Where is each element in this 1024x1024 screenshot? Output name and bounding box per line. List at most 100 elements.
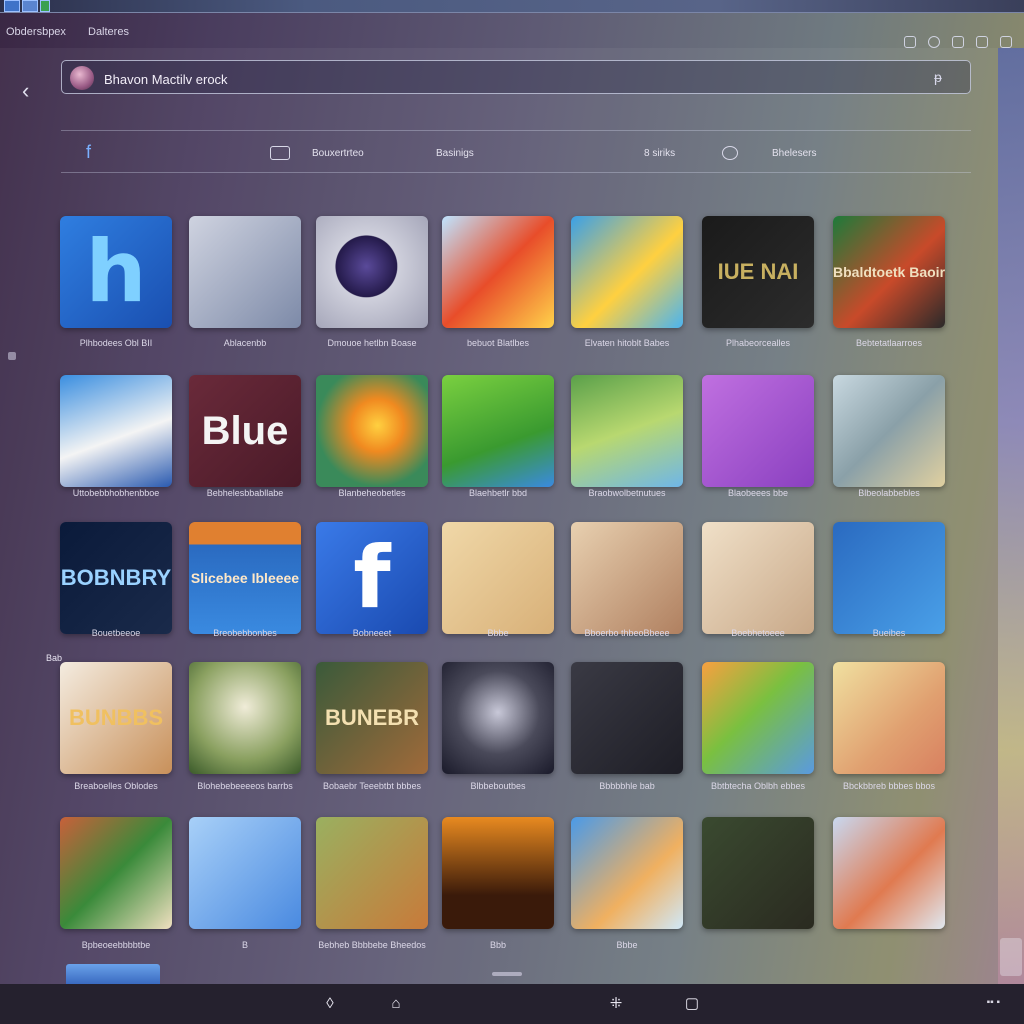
app-tile[interactable] — [442, 522, 554, 634]
shield-icon[interactable] — [722, 146, 738, 160]
app-tile[interactable] — [60, 817, 172, 929]
app-tile[interactable] — [571, 375, 683, 487]
app-tile[interactable] — [442, 662, 554, 774]
store-icon[interactable] — [270, 146, 290, 160]
app-caption[interactable]: Bpbeoeebbbbtbe — [53, 940, 179, 950]
facebook-icon[interactable]: f — [86, 142, 91, 162]
app-tile[interactable] — [833, 522, 945, 634]
app-caption[interactable]: Dmouoe hetlbn Boase — [309, 338, 435, 348]
pin-icon[interactable]: ◊ — [322, 996, 338, 1012]
app-tile-art-text: Blue — [201, 409, 289, 453]
app-tile[interactable] — [571, 522, 683, 634]
app-tile-art-text: Bbaldtoetk Baoir — [833, 263, 945, 280]
app-caption[interactable]: Boebhetoeee — [695, 628, 821, 638]
app-tile[interactable]: IUE NAI — [702, 216, 814, 328]
app-caption[interactable]: Bebhelesbbabllabe — [182, 488, 308, 498]
app-tile[interactable] — [702, 375, 814, 487]
app-tile[interactable] — [189, 662, 301, 774]
app-caption[interactable]: Ablacenbb — [182, 338, 308, 348]
app-tile[interactable] — [571, 817, 683, 929]
app-tile[interactable] — [833, 817, 945, 929]
app-caption[interactable]: Bebtetatlaarroes — [826, 338, 952, 348]
app-tile[interactable]: Bbaldtoetk Baoir — [833, 216, 945, 328]
app-caption[interactable]: Bobneeet — [309, 628, 435, 638]
app-tile[interactable] — [442, 375, 554, 487]
grid-icon[interactable]: ⁜ — [608, 996, 624, 1012]
app-caption[interactable]: Blaehbetlr bbd — [435, 488, 561, 498]
app-tile[interactable] — [702, 817, 814, 929]
app-tile-art-text: Slicebee Ibleeee — [190, 569, 300, 586]
tab-label[interactable]: Bhelesers — [772, 148, 816, 159]
app-tile[interactable] — [442, 817, 554, 929]
app-tile[interactable]: h — [60, 216, 172, 328]
app-tile-art-text: BOBNBRY — [60, 565, 172, 591]
taskbar-app-icon[interactable] — [22, 0, 38, 12]
app-caption[interactable]: bebuot Blatlbes — [435, 338, 561, 348]
app-tile[interactable] — [316, 817, 428, 929]
app-caption[interactable]: Breaboelles Oblodes — [53, 781, 179, 791]
app-caption[interactable]: Blanbeheobetles — [309, 488, 435, 498]
refresh-icon[interactable] — [928, 36, 940, 48]
app-caption[interactable]: Breobebbonbes — [182, 628, 308, 638]
app-tile[interactable] — [316, 216, 428, 328]
app-caption[interactable]: Plhabeorcealles — [695, 338, 821, 348]
window-title-right: Dalteres — [88, 26, 129, 38]
tab-label[interactable]: 8 siriks — [644, 148, 675, 159]
app-tile[interactable] — [833, 375, 945, 487]
app-tile[interactable] — [442, 216, 554, 328]
app-caption[interactable]: Bbckbbreb bbbes bbos — [826, 781, 952, 791]
app-caption[interactable]: Blbbeboutbes — [435, 781, 561, 791]
app-tile[interactable] — [702, 522, 814, 634]
app-caption[interactable]: Bbtbtecha Oblbh ebbes — [695, 781, 821, 791]
app-tile[interactable]: Slicebee Ibleeee — [189, 522, 301, 634]
app-caption[interactable]: Blbeolabbebles — [826, 488, 952, 498]
app-tile[interactable] — [833, 662, 945, 774]
close-icon[interactable] — [1000, 36, 1012, 48]
app-tile[interactable] — [571, 662, 683, 774]
tab-label[interactable]: Bouxertrteo — [312, 148, 364, 159]
bottom-taskbar: ◊ ⌂ ⁜ ▢ ▪▪ ▪ — [0, 984, 1024, 1024]
tag-icon[interactable]: ⌂ — [388, 996, 404, 1012]
scrollbar-thumb[interactable] — [1000, 938, 1022, 976]
app-tile[interactable]: Blue — [189, 375, 301, 487]
app-tile[interactable]: BUNBBS — [60, 662, 172, 774]
bookmark-icon[interactable] — [952, 36, 964, 48]
back-arrow-icon[interactable]: ‹ — [22, 80, 36, 102]
microphone-icon[interactable]: ᵽ — [934, 69, 948, 85]
app-tile[interactable] — [189, 817, 301, 929]
app-tile[interactable] — [60, 375, 172, 487]
profile-orb-icon[interactable] — [70, 66, 94, 90]
app-caption[interactable]: Uttobebbhobhenbboe — [53, 488, 179, 498]
app-caption[interactable]: Braobwolbetnutues — [564, 488, 690, 498]
search-bar[interactable]: ᵽ — [61, 60, 971, 94]
start-icon[interactable] — [4, 0, 20, 12]
app-caption[interactable]: Blohebebeeeeos barrbs — [182, 781, 308, 791]
app-caption[interactable]: Plhbodees Obl BII — [53, 338, 179, 348]
app-tile[interactable] — [189, 216, 301, 328]
app-tile[interactable]: BUNEBR — [316, 662, 428, 774]
app-caption[interactable]: Blaobeees bbe — [695, 488, 821, 498]
app-tile[interactable] — [571, 216, 683, 328]
app-tile[interactable] — [702, 662, 814, 774]
settings-icon[interactable] — [976, 36, 988, 48]
app-caption[interactable]: Bebheb Bbbbebe Bheedos — [309, 940, 435, 950]
app-caption[interactable]: Bobaebr Teeebtbt bbbes — [309, 781, 435, 791]
app-tile[interactable] — [316, 375, 428, 487]
search-input[interactable] — [102, 67, 926, 91]
tab-label[interactable]: Basinigs — [436, 148, 474, 159]
app-caption[interactable]: Bboerbo thbeoBbeee — [564, 628, 690, 638]
app-caption[interactable]: Bouetbeeoe — [53, 628, 179, 638]
partial-app-tile[interactable] — [66, 964, 160, 984]
app-caption[interactable]: Bbbe — [564, 940, 690, 950]
note-icon[interactable] — [904, 36, 916, 48]
app-caption[interactable]: Bbbe — [435, 628, 561, 638]
app-tile[interactable]: BOBNBRY — [60, 522, 172, 634]
app-caption[interactable]: Elvaten hitoblt Babes — [564, 338, 690, 348]
right-sidebar — [998, 48, 1024, 984]
app-caption[interactable]: Bbb — [435, 940, 561, 950]
window-icon[interactable]: ▢ — [684, 996, 700, 1012]
app-caption[interactable]: Bueibes — [826, 628, 952, 638]
app-caption[interactable]: Bbbbbhle bab — [564, 781, 690, 791]
app-tile[interactable]: f — [316, 522, 428, 634]
app-caption[interactable]: B — [182, 940, 308, 950]
